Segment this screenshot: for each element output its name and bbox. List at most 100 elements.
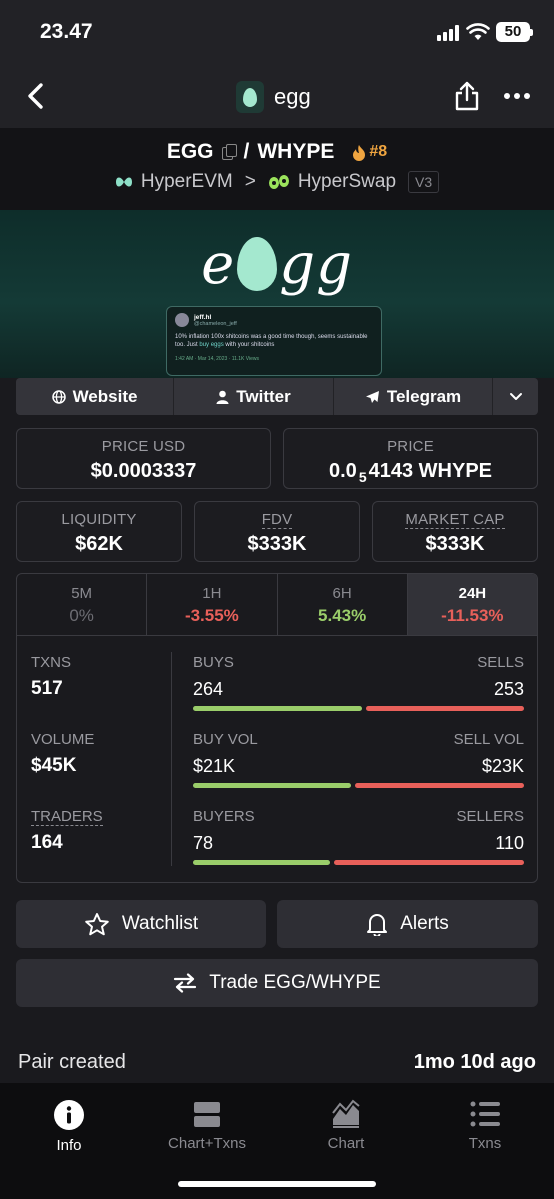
tweet-body: 10% inflation 100x shitcoins was a good … — [175, 333, 373, 350]
nav-info[interactable]: Info — [14, 1099, 124, 1154]
tweet-footer: 1:42 AM · Mar 14, 2023 · 11.1K Views — [175, 355, 260, 362]
tab-24h-change: -11.53% — [441, 606, 504, 625]
traders-label[interactable]: TRADERS — [31, 808, 103, 826]
buys-bar-fill — [193, 706, 363, 711]
pair-header: EGG / WHYPE #8 HyperEVM > HyperSwap V3 — [0, 128, 554, 210]
avatar — [175, 313, 189, 327]
version-badge: V3 — [408, 171, 440, 193]
nav-chart-label: Chart — [327, 1135, 365, 1152]
chain-link[interactable]: HyperEVM — [141, 171, 233, 193]
rank-value: #8 — [369, 143, 388, 160]
tweet-author: jeff.hl — [194, 313, 212, 321]
chevron-down-icon — [509, 393, 522, 400]
website-label: Website — [72, 386, 138, 406]
watchlist-button[interactable]: Watchlist — [16, 900, 266, 948]
alerts-button[interactable]: Alerts — [277, 900, 538, 948]
copy-icon[interactable] — [221, 144, 237, 160]
user-icon — [216, 390, 229, 404]
list-icon — [470, 1101, 500, 1127]
hyperswap-logo-icon — [268, 175, 289, 189]
tab-24h[interactable]: 24H -11.53% — [407, 574, 537, 635]
buys-value: 264 — [193, 679, 224, 699]
home-indicator[interactable] — [178, 1181, 376, 1187]
timeframe-tabs: 5M 0% 1H -3.55% 6H 5.43% 24H -11.53% — [17, 574, 537, 636]
pair-created-value: 1mo 10d ago — [413, 1051, 536, 1073]
embedded-tweet: jeff.hl @chameleon_jeff 10% inflation 10… — [166, 306, 382, 376]
trade-button[interactable]: Trade EGG/WHYPE — [16, 959, 538, 1007]
price-native-subscript: 5 — [358, 469, 367, 485]
twitter-button[interactable]: Twitter — [174, 378, 334, 415]
swap-arrows-icon — [174, 973, 197, 993]
twitter-label: Twitter — [236, 386, 291, 406]
market-cap-value: $333K — [425, 533, 485, 555]
volume-label: VOLUME — [31, 731, 95, 748]
pair-created-row: Pair created 1mo 10d ago — [18, 1051, 536, 1074]
price-usd-card: PRICE USD $0.0003337 — [16, 428, 271, 489]
traders-value: 164 — [31, 832, 63, 853]
tweet-handle: @chameleon_jeff — [194, 320, 237, 327]
split-column: BUYS SELLS 264 253 BUY VOL SELL VOL $21K $23… — [193, 654, 524, 882]
market-cap-card[interactable]: MARKET CAP $333K — [372, 501, 538, 562]
social-links: Website Twitter Telegram — [16, 378, 538, 415]
buy-vol-label: BUY VOL — [193, 731, 258, 748]
volume-value: $45K — [31, 755, 77, 776]
sells-bar-fill — [366, 706, 524, 711]
buyers-bar-fill — [193, 860, 331, 865]
market-cap-label: MARKET CAP — [405, 511, 505, 529]
price-native-label: PRICE — [387, 438, 434, 455]
volume-split-row: BUY VOL SELL VOL $21K $23K — [193, 731, 524, 808]
txns-label: TXNS — [31, 654, 72, 671]
wifi-icon — [466, 23, 490, 40]
rank-badge[interactable]: #8 — [352, 143, 387, 161]
liquidity-value: $62K — [75, 533, 123, 555]
timeframe-stats-panel: 5M 0% 1H -3.55% 6H 5.43% 24H -11.53% TXN… — [16, 573, 538, 883]
info-icon — [54, 1100, 84, 1130]
tab-5m[interactable]: 5M 0% — [17, 574, 148, 635]
status-time: 23.47 — [40, 20, 93, 43]
cellular-signal-icon — [437, 25, 459, 41]
buys-label: BUYS — [193, 654, 234, 671]
tab-6h[interactable]: 6H 5.43% — [278, 574, 408, 635]
fdv-value: $333K — [247, 533, 307, 555]
sells-value: 253 — [493, 679, 524, 699]
tab-5m-label: 5M — [71, 585, 93, 602]
tab-1h-change: -3.55% — [184, 606, 239, 625]
more-links-button[interactable] — [493, 378, 538, 415]
price-native-card: PRICE 0.0 5 4143 WHYPE — [283, 428, 538, 489]
share-icon[interactable] — [453, 80, 481, 112]
bell-icon — [367, 914, 388, 936]
price-native-value: 0.0 5 4143 WHYPE — [284, 460, 537, 485]
nav-info-label: Info — [56, 1137, 82, 1154]
nav-chart-txns[interactable]: Chart+Txns — [152, 1099, 262, 1152]
sell-vol-bar-fill — [354, 783, 524, 788]
sell-vol-label: SELL VOL — [453, 731, 524, 748]
liquidity-label: LIQUIDITY — [61, 511, 137, 528]
more-options-icon[interactable] — [504, 93, 532, 101]
fdv-card[interactable]: FDV $333K — [194, 501, 360, 562]
buys-sells-row: BUYS SELLS 264 253 — [193, 654, 524, 731]
token-banner: e gg jeff.hl @chameleon_jeff 10% inflatio… — [0, 210, 554, 378]
paper-plane-icon — [365, 390, 379, 403]
back-chevron-icon[interactable] — [22, 80, 50, 112]
column-divider — [171, 652, 172, 866]
globe-icon — [51, 389, 66, 404]
base-symbol: EGG — [166, 140, 214, 163]
nav-txns[interactable]: Txns — [430, 1099, 540, 1152]
fdv-label: FDV — [261, 511, 293, 529]
banner-logo-right: gg — [279, 232, 353, 297]
website-button[interactable]: Website — [16, 378, 174, 415]
traders-split-row: BUYERS SELLERS 78 110 — [193, 808, 524, 882]
nav-chart[interactable]: Chart — [291, 1099, 401, 1152]
egg-logo-icon — [236, 81, 264, 113]
sellers-label: SELLERS — [456, 808, 524, 825]
tab-1h[interactable]: 1H -3.55% — [147, 574, 278, 635]
telegram-button[interactable]: Telegram — [334, 378, 493, 415]
nav-chart-txns-label: Chart+Txns — [168, 1135, 246, 1152]
split-view-icon — [194, 1102, 220, 1127]
tweet-body-post: with your shitcoins — [223, 342, 275, 349]
buys-sells-bar — [193, 706, 524, 711]
buy-vol-value: $21K — [193, 756, 236, 776]
sells-label: SELLS — [477, 654, 524, 671]
tweet-body-link: buy eggs — [199, 342, 224, 349]
dex-link[interactable]: HyperSwap — [298, 171, 396, 193]
